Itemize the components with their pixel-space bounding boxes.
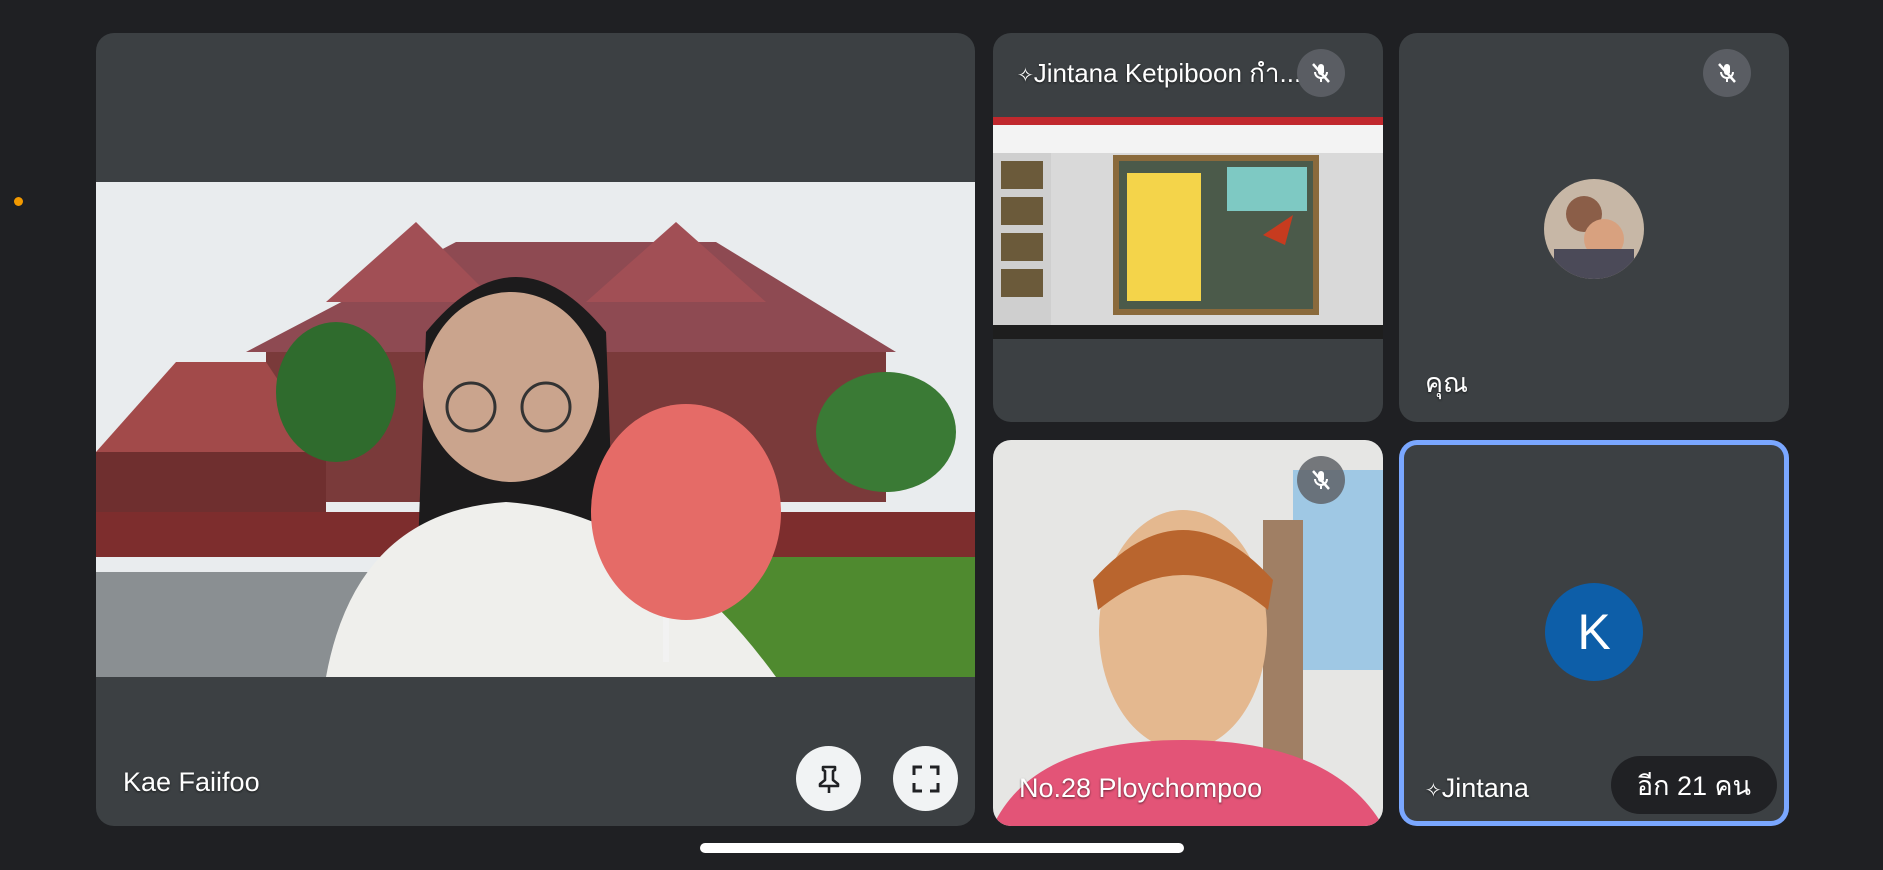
mute-indicator: [1703, 49, 1751, 97]
sparkle-icon: ✧: [1017, 65, 1034, 87]
participant-name: No.28 Ploychompoo: [1019, 773, 1263, 803]
fullscreen-icon: [912, 765, 940, 793]
mic-off-icon: [1312, 63, 1330, 83]
notification-dot: [14, 197, 23, 206]
participant-video: [96, 182, 975, 677]
mic-off-icon: [1718, 63, 1736, 83]
participant-name: คุณ: [1425, 368, 1469, 398]
mic-off-icon: [1312, 470, 1330, 490]
avatar: [1544, 179, 1644, 279]
presenter-name: ✧Jintana Ketpiboon กำ...: [1017, 58, 1302, 88]
participant-tile[interactable]: No.28 Ploychompoo: [993, 440, 1383, 826]
participant-name: ✧Jintana: [1425, 773, 1529, 803]
sparkle-icon: ✧: [1425, 780, 1442, 802]
fullscreen-button[interactable]: [893, 746, 958, 811]
pin-button[interactable]: [796, 746, 861, 811]
home-indicator[interactable]: [700, 843, 1184, 853]
more-participants-button[interactable]: อีก 21 คน: [1610, 756, 1777, 814]
pin-icon: [818, 765, 840, 793]
mute-indicator: [1297, 456, 1345, 504]
mute-indicator: [1297, 49, 1345, 97]
self-tile[interactable]: คุณ: [1399, 33, 1789, 422]
presentation-tile[interactable]: ✧Jintana Ketpiboon กำ...: [993, 33, 1383, 422]
active-speaker-tile[interactable]: K ✧Jintana อีก 21 คน: [1399, 440, 1789, 826]
shared-screen: [993, 117, 1383, 339]
main-video-tile[interactable]: Kae Faiifoo: [96, 33, 975, 826]
participant-name: Kae Faiifoo: [123, 767, 260, 797]
avatar: K: [1545, 583, 1643, 681]
